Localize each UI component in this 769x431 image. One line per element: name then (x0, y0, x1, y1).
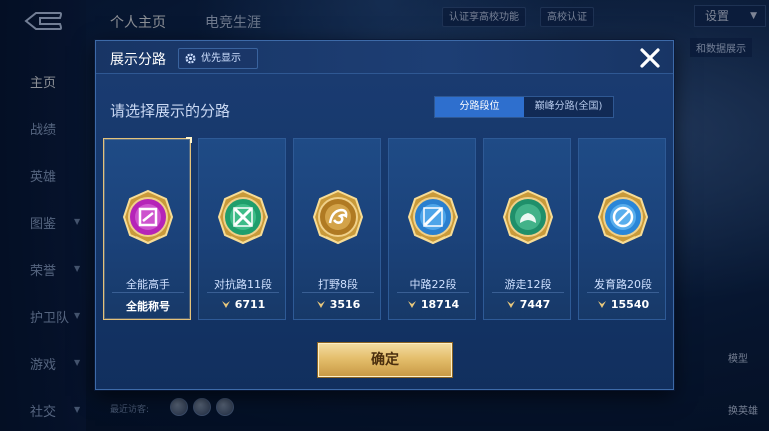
lane-power-value: 6711 (234, 298, 266, 311)
lane-card-name: 打野8段 (318, 278, 358, 291)
card-divider (302, 292, 374, 293)
lane-mode-toggle: 分路段位 巅峰分路(全国) (434, 96, 614, 118)
card-divider (587, 292, 659, 293)
power-icon (407, 301, 416, 308)
lane-power-score: 7447 (484, 298, 572, 311)
lane-card[interactable]: 中路22段 18714 (388, 138, 476, 320)
selected-corner-marker (186, 137, 192, 143)
lane-card-name: 全能高手 (126, 278, 170, 291)
confirm-button[interactable]: 确定 (318, 343, 452, 377)
lane-card-name: 中路22段 (409, 278, 457, 291)
card-divider (397, 292, 469, 293)
lane-card-name: 发育路20段 (594, 278, 652, 291)
card-divider (112, 292, 184, 293)
priority-label: 优先显示 (201, 53, 241, 64)
lane-power-value: 3516 (329, 298, 361, 311)
lane-power-value: 7447 (519, 298, 551, 311)
lane-power-score: 18714 (389, 298, 477, 311)
farm-lane-icon (597, 189, 649, 245)
lane-card[interactable]: 全能高手 全能称号 (103, 137, 192, 320)
roam-icon (502, 189, 554, 245)
power-icon (316, 301, 325, 308)
close-icon[interactable] (637, 45, 663, 71)
lane-card[interactable]: 对抗路11段 6711 (198, 138, 286, 320)
lane-power-value: 18714 (420, 298, 460, 311)
card-divider (207, 292, 279, 293)
lane-card-name: 对抗路11段 (214, 278, 272, 291)
all-round-icon (122, 189, 174, 245)
lane-power-score: 15540 (579, 298, 667, 311)
gear-icon (185, 53, 196, 64)
lane-power-score: 6711 (199, 298, 287, 311)
clash-lane-icon (217, 189, 269, 245)
lane-display-modal: 展示分路 优先显示 请选择展示的分路 分路段位 巅峰分路(全国) 全能高手全能称… (95, 40, 674, 390)
lane-card-footer: 全能称号 (126, 300, 170, 313)
jungle-icon (312, 189, 364, 245)
lane-card[interactable]: 游走12段 7447 (483, 138, 571, 320)
power-icon (506, 301, 515, 308)
priority-display-button[interactable]: 优先显示 (178, 48, 258, 69)
lane-card-name: 游走12段 (504, 278, 552, 291)
lane-card[interactable]: 发育路20段 15540 (578, 138, 666, 320)
lane-power-value: 15540 (610, 298, 650, 311)
card-divider (492, 292, 564, 293)
power-icon (597, 301, 606, 308)
lane-card[interactable]: 打野8段 3516 (293, 138, 381, 320)
toggle-lane-rank[interactable]: 分路段位 (435, 97, 524, 117)
select-lane-subtitle: 请选择展示的分路 (110, 102, 231, 120)
modal-header: 展示分路 优先显示 (96, 41, 673, 74)
toggle-peak-lane[interactable]: 巅峰分路(全国) (524, 97, 613, 117)
lane-power-score: 3516 (294, 298, 382, 311)
mid-lane-icon (407, 189, 459, 245)
power-icon (221, 301, 230, 308)
modal-title: 展示分路 (110, 52, 166, 68)
